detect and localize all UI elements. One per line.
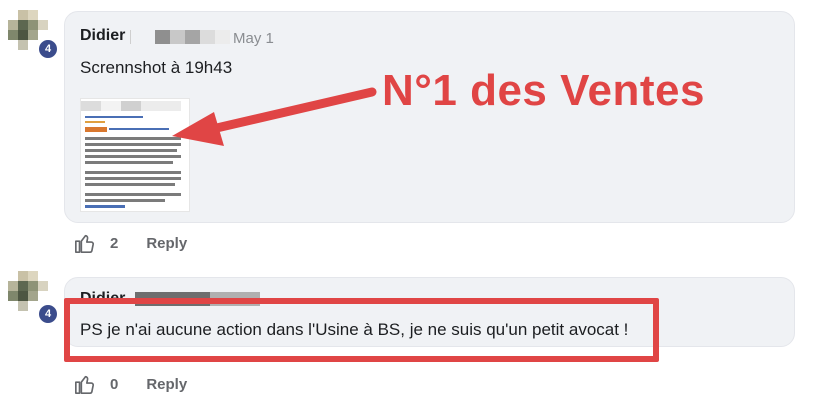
comment-text: Scrennshot à 19h43 [80, 58, 233, 77]
reply-button[interactable]: Reply [146, 376, 187, 393]
comment-author[interactable]: Didier [80, 27, 125, 45]
like-count: 0 [110, 375, 119, 393]
comment-text: PS je n'ai aucune action dans l'Usine à … [80, 320, 629, 339]
redacted-name [130, 30, 131, 44]
redacted-name [155, 30, 230, 44]
annotation-headline: N°1 des Ventes [382, 66, 705, 115]
thumbs-up-icon[interactable] [74, 373, 96, 395]
notification-badge: 4 [37, 38, 59, 60]
thumbs-up-icon[interactable] [74, 232, 96, 254]
comment-actions: 0 Reply [74, 373, 187, 395]
like-count: 2 [110, 234, 119, 252]
arrow-icon [172, 87, 377, 146]
notification-badge: 4 [37, 303, 59, 325]
comment-date[interactable]: May 1 [233, 30, 274, 47]
comment-actions: 2 Reply [74, 232, 187, 254]
reply-button[interactable]: Reply [146, 235, 187, 252]
